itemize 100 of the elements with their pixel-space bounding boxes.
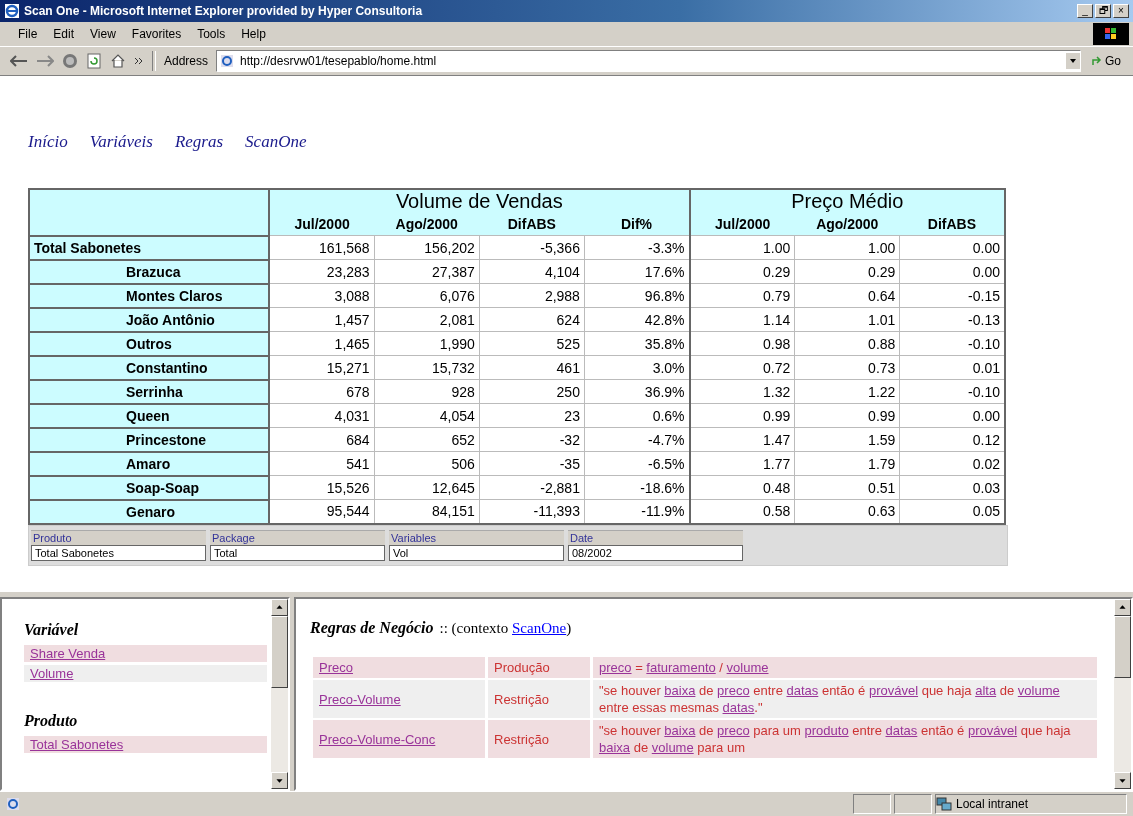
rule-link[interactable]: Preco-Volume <box>319 691 401 707</box>
term-link[interactable]: baixa <box>664 723 696 738</box>
row-label: João Antônio <box>126 311 215 328</box>
term-link[interactable]: volume <box>651 740 694 755</box>
column-header: Jul/2000 <box>715 216 771 232</box>
term-link[interactable]: baixa <box>664 683 696 698</box>
nav-link[interactable]: Regras <box>174 132 224 152</box>
sidebar-link[interactable]: Total Sabonetes <box>24 736 267 753</box>
term-link[interactable]: produto <box>804 723 849 738</box>
stop-icon[interactable] <box>62 53 78 69</box>
refresh-icon[interactable] <box>86 53 102 69</box>
row-label: Serrinha <box>126 383 183 400</box>
nav-link[interactable]: Variáveis <box>89 132 153 152</box>
term-link[interactable]: faturamento <box>646 660 716 675</box>
menu-item[interactable]: Tools <box>191 25 232 43</box>
table-cell: 250 <box>556 383 580 400</box>
table-cell: 684 <box>346 431 370 448</box>
menu-item[interactable]: File <box>12 25 44 43</box>
scrollbar[interactable] <box>271 599 288 789</box>
table-cell: -32 <box>559 431 580 448</box>
table-cell: 461 <box>556 359 580 376</box>
table-cell: 0.73 <box>868 359 896 376</box>
table-cell: 23 <box>564 407 580 424</box>
nav-link[interactable]: Início <box>28 132 68 152</box>
term-link[interactable]: alta <box>975 683 997 698</box>
table-cell: -5,366 <box>540 239 580 256</box>
go-button[interactable]: Go <box>1089 54 1123 68</box>
term-link[interactable]: datas <box>786 683 819 698</box>
term-link[interactable]: datas <box>885 723 918 738</box>
row-label: Genaro <box>126 503 175 520</box>
term-link[interactable]: datas <box>722 700 755 715</box>
table-cell: 2,988 <box>544 287 580 304</box>
table-cell: -18.6% <box>640 479 685 496</box>
rule-link[interactable]: Preco-Volume-Conc <box>319 731 436 747</box>
table-cell: 1.22 <box>868 383 896 400</box>
table-cell: 36.9% <box>644 383 685 400</box>
scrollbar[interactable] <box>1114 599 1131 789</box>
table-cell: 1.00 <box>762 239 791 256</box>
table-cell: 27,387 <box>431 263 475 280</box>
menu-item[interactable]: Help <box>235 25 272 43</box>
scroll-up-icon[interactable] <box>1114 599 1131 616</box>
table-cell: 1,465 <box>334 335 370 352</box>
table-cell: 1.00 <box>868 239 896 256</box>
term-link[interactable]: volume <box>1017 683 1060 698</box>
row-label: Constantino <box>126 359 208 376</box>
home-icon[interactable] <box>110 53 126 69</box>
sidebar-link[interactable]: Share Venda <box>24 645 267 662</box>
term-link[interactable]: provável <box>868 683 919 698</box>
rule-text: "se houver baixa de preco entre datas então é provável que haja alta de volume entre essas mesmas datas." <box>599 683 1060 715</box>
table-cell: -4.7% <box>648 431 685 448</box>
term-link[interactable]: baixa <box>599 740 631 755</box>
scroll-up-icon[interactable] <box>271 599 288 616</box>
table-cell: 4,054 <box>439 407 475 424</box>
window-control[interactable]: 🗗 <box>1095 4 1111 18</box>
row-label: Montes Claros <box>126 287 223 304</box>
rule-text: preco = faturamento / volume <box>599 660 769 675</box>
term-link[interactable]: preco <box>599 660 632 675</box>
browser-icon <box>4 3 20 19</box>
table-cell: -6.5% <box>648 455 685 472</box>
scroll-down-icon[interactable] <box>271 772 288 789</box>
table-cell: 0.6% <box>652 407 685 424</box>
rule-link[interactable]: Preco <box>319 660 353 675</box>
scroll-thumb[interactable] <box>271 616 288 688</box>
table-cell: 1.01 <box>868 311 896 328</box>
menu-item[interactable]: View <box>84 25 122 43</box>
table-cell: -11,393 <box>533 503 580 520</box>
network-icon <box>936 797 952 811</box>
table-cell: 156,202 <box>424 239 475 256</box>
scroll-down-icon[interactable] <box>1114 772 1131 789</box>
table-cell: -0.10 <box>968 383 1000 400</box>
row-label: Queen <box>126 407 170 424</box>
back-arrow-icon[interactable] <box>10 55 28 67</box>
column-header: Dif% <box>620 216 653 232</box>
filter-label: Variables <box>389 529 564 545</box>
context-text: :: (contexto ScanOne) <box>439 620 572 637</box>
context-link[interactable]: ScanOne <box>512 620 567 636</box>
window-control[interactable]: _ <box>1077 4 1093 18</box>
term-link[interactable]: preco <box>717 723 750 738</box>
column-header: DifABS <box>507 216 556 232</box>
status-pane <box>894 794 932 814</box>
scroll-thumb[interactable] <box>1114 616 1131 678</box>
column-header: Ago/2000 <box>395 216 458 232</box>
row-label: Outros <box>126 335 172 352</box>
table-cell: 1,990 <box>439 335 475 352</box>
section-heading: Produto <box>24 712 79 730</box>
table-cell: 35.8% <box>644 335 685 352</box>
address-field[interactable]: http://desrvw01/tesepablo/home.html <box>216 50 1081 72</box>
term-link[interactable]: provável <box>967 723 1018 738</box>
column-group-header: Volume de Vendas <box>395 190 563 212</box>
window-control[interactable]: × <box>1113 4 1129 18</box>
nav-link[interactable]: ScanOne <box>245 132 307 152</box>
sidebar-link[interactable]: Volume <box>24 665 267 682</box>
table-cell: 6,076 <box>439 287 475 304</box>
term-link[interactable]: volume <box>726 660 769 675</box>
menu-item[interactable]: Edit <box>47 25 81 43</box>
table-cell: -35 <box>559 455 580 472</box>
menu-item[interactable]: Favorites <box>125 25 188 43</box>
term-link[interactable]: preco <box>717 683 750 698</box>
table-cell: 95,544 <box>326 503 370 520</box>
chevron-icon[interactable] <box>134 56 144 66</box>
